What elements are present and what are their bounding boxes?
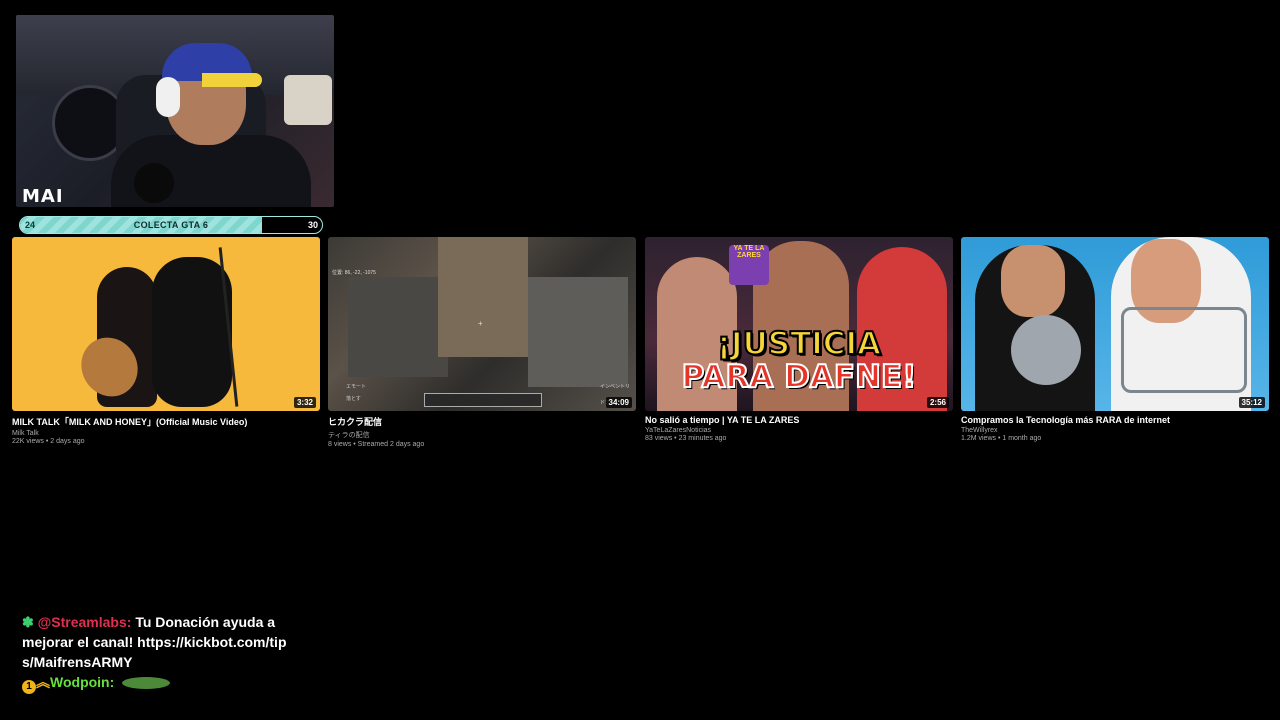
video-duration: 34:09: [605, 397, 632, 408]
hud-label: エモート: [346, 384, 367, 390]
video-thumbnail[interactable]: 位置: 86, -22, -1075 + エモート 落とす インベントリ ドア …: [328, 237, 636, 411]
chat-message: ✽ @Streamlabs: Tu Donación ayuda a mejor…: [22, 612, 290, 672]
webcam-label: MAI: [22, 186, 64, 207]
video-title[interactable]: No salió a tiempo | YA TE LA ZARES: [645, 415, 953, 425]
webcam-feed: MAI: [16, 15, 334, 207]
video-meta: 22K views • 2 days ago: [12, 438, 85, 445]
video-channel[interactable]: ティラの配信: [328, 430, 636, 440]
stone-block: [348, 277, 448, 377]
video-card[interactable]: 3:32 MILK TALK「MILK AND HONEY」(Official …: [12, 237, 320, 445]
chat-username[interactable]: @Streamlabs:: [38, 614, 132, 630]
chat-panel: ✽ @Streamlabs: Tu Donación ayuda a mejor…: [22, 612, 290, 694]
stream-overlay: MAI 24 COLECTA GTA 6 30 3:32 MILK TALK「M…: [0, 0, 1280, 720]
video-duration: 2:56: [926, 397, 949, 408]
video-duration: 35:12: [1238, 397, 1265, 408]
robotic-arm: [1121, 307, 1247, 393]
microphone: [134, 163, 174, 203]
stone-block: [528, 277, 628, 387]
video-meta: 83 views • 23 minutes ago: [645, 435, 727, 442]
dirt-block: [438, 237, 528, 357]
goal-end-value: 30: [307, 220, 318, 230]
frog-emote-icon: [122, 677, 171, 689]
video-card[interactable]: YA TE LA ZARES ¡JUSTICIA PARA DAFNE! 2:5…: [645, 237, 953, 442]
video-channel[interactable]: YaTeLaZaresNoticias: [645, 427, 953, 434]
sub-badge-icon: 1: [22, 680, 36, 694]
video-thumbnail[interactable]: 35:12: [961, 237, 1269, 411]
video-title[interactable]: MILK TALK「MILK AND HONEY」(Official Music…: [12, 415, 320, 428]
video-card[interactable]: 位置: 86, -22, -1075 + エモート 落とす インベントリ ドア …: [328, 237, 636, 448]
thumbnail-person-head: [1001, 245, 1065, 317]
video-channel[interactable]: TheWillyrex: [961, 427, 1269, 434]
video-title[interactable]: ヒカクラ配信: [328, 415, 636, 428]
headline-line-2: PARA DAFNE!: [681, 359, 918, 395]
thumbnail-figure: [152, 257, 232, 407]
channel-sign: YA TE LA ZARES: [729, 245, 769, 285]
game-hotbar: [424, 393, 542, 407]
chat-username[interactable]: Wodpoin:: [50, 674, 114, 690]
hud-label: インベントリ: [600, 384, 631, 390]
chevron-badge-icon: ︽: [36, 674, 50, 690]
video-thumbnail[interactable]: YA TE LA ZARES ¡JUSTICIA PARA DAFNE! 2:5…: [645, 237, 953, 411]
donation-goal-bar: 24 COLECTA GTA 6 30: [19, 216, 323, 234]
hud-label: 落とす: [346, 396, 361, 402]
robot-gadget: [1011, 315, 1081, 385]
pet-carrier: [284, 75, 332, 125]
game-coords: 位置: 86, -22, -1075: [332, 270, 376, 276]
video-title[interactable]: Compramos la Tecnología más RARA de inte…: [961, 415, 1269, 425]
bot-badge-icon: ✽: [22, 614, 34, 630]
video-meta: 8 views • Streamed 2 days ago: [328, 441, 425, 448]
crosshair-icon: +: [478, 319, 483, 328]
video-meta: 1.2M views • 1 month ago: [961, 435, 1042, 442]
thumbnail-headline: ¡JUSTICIA PARA DAFNE!: [645, 326, 953, 395]
cap-visor: [202, 73, 262, 87]
goal-label: COLECTA GTA 6: [133, 220, 209, 230]
video-channel[interactable]: Milk Talk: [12, 430, 320, 437]
video-thumbnail[interactable]: 3:32: [12, 237, 320, 411]
chat-message: 1 ︽Wodpoin:: [22, 672, 290, 694]
headphones: [156, 77, 180, 117]
video-card[interactable]: 35:12 Compramos la Tecnología más RARA d…: [961, 237, 1269, 442]
headline-line-1: ¡JUSTICIA: [716, 326, 882, 362]
video-duration: 3:32: [293, 397, 316, 408]
